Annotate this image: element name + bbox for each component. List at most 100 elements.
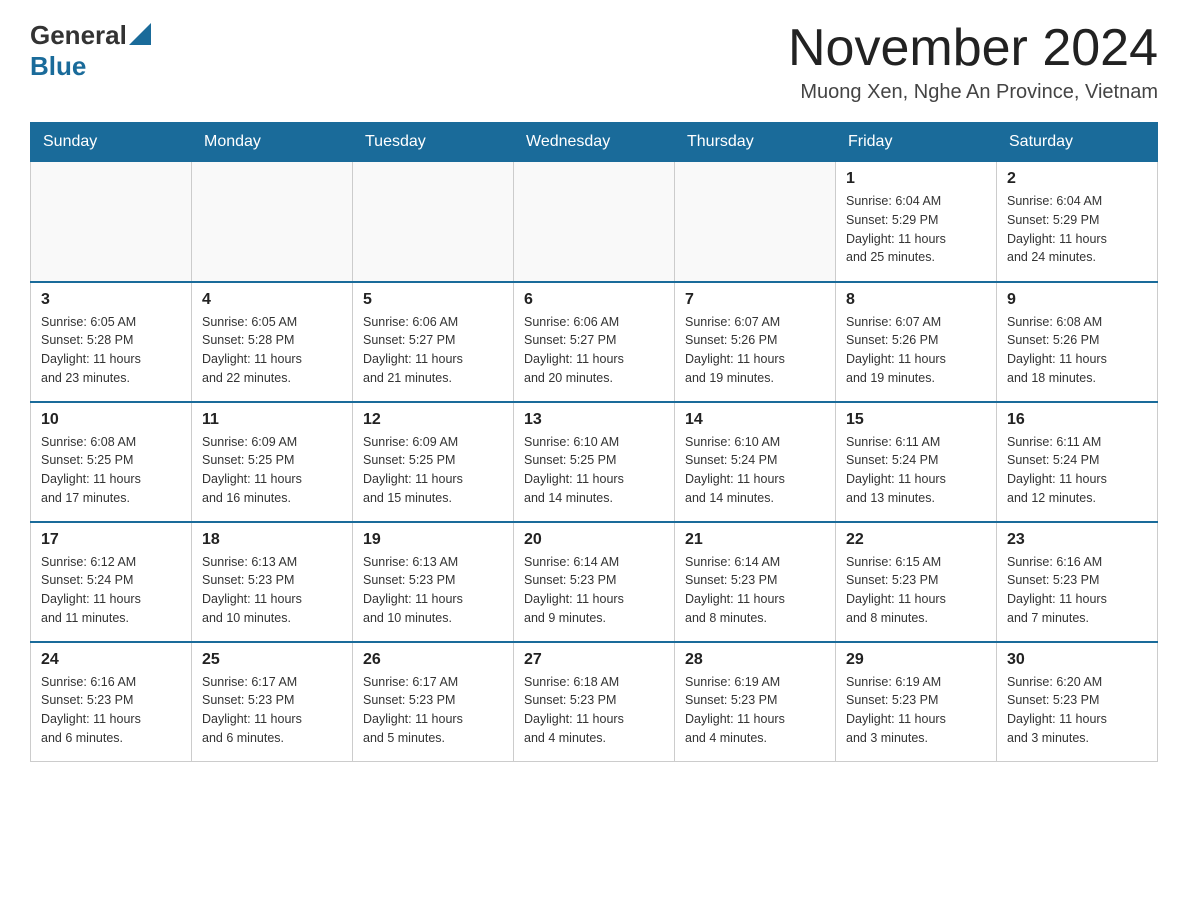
day-info: Sunrise: 6:17 AM Sunset: 5:23 PM Dayligh… <box>202 673 342 748</box>
day-info: Sunrise: 6:20 AM Sunset: 5:23 PM Dayligh… <box>1007 673 1147 748</box>
day-number: 21 <box>685 531 825 549</box>
calendar-day-cell <box>192 162 353 282</box>
calendar-day-cell: 28 Sunrise: 6:19 AM Sunset: 5:23 PM Dayli… <box>675 642 836 762</box>
day-number: 18 <box>202 531 342 549</box>
calendar-day-cell <box>353 162 514 282</box>
day-info: Sunrise: 6:08 AM Sunset: 5:26 PM Dayligh… <box>1007 313 1147 388</box>
calendar-table: SundayMondayTuesdayWednesdayThursdayFrid… <box>30 122 1158 762</box>
day-number: 24 <box>41 651 181 669</box>
day-number: 5 <box>363 291 503 309</box>
calendar-day-cell: 21 Sunrise: 6:14 AM Sunset: 5:23 PM Dayli… <box>675 522 836 642</box>
day-number: 29 <box>846 651 986 669</box>
title-block: November 2024 Muong Xen, Nghe An Provinc… <box>788 20 1158 104</box>
day-number: 2 <box>1007 170 1147 188</box>
logo-top-row: General <box>30 20 151 51</box>
month-title: November 2024 <box>788 20 1158 77</box>
day-info: Sunrise: 6:10 AM Sunset: 5:25 PM Dayligh… <box>524 433 664 508</box>
calendar-day-cell: 5 Sunrise: 6:06 AM Sunset: 5:27 PM Daylig… <box>353 282 514 402</box>
calendar-header-tuesday: Tuesday <box>353 123 514 162</box>
day-info: Sunrise: 6:11 AM Sunset: 5:24 PM Dayligh… <box>846 433 986 508</box>
day-number: 20 <box>524 531 664 549</box>
calendar-day-cell: 15 Sunrise: 6:11 AM Sunset: 5:24 PM Dayli… <box>836 402 997 522</box>
calendar-day-cell: 22 Sunrise: 6:15 AM Sunset: 5:23 PM Dayli… <box>836 522 997 642</box>
calendar-day-cell: 29 Sunrise: 6:19 AM Sunset: 5:23 PM Dayli… <box>836 642 997 762</box>
day-info: Sunrise: 6:14 AM Sunset: 5:23 PM Dayligh… <box>685 553 825 628</box>
day-info: Sunrise: 6:18 AM Sunset: 5:23 PM Dayligh… <box>524 673 664 748</box>
day-number: 8 <box>846 291 986 309</box>
calendar-day-cell: 4 Sunrise: 6:05 AM Sunset: 5:28 PM Daylig… <box>192 282 353 402</box>
day-number: 6 <box>524 291 664 309</box>
calendar-header-saturday: Saturday <box>997 123 1158 162</box>
calendar-day-cell: 7 Sunrise: 6:07 AM Sunset: 5:26 PM Daylig… <box>675 282 836 402</box>
calendar-header-row: SundayMondayTuesdayWednesdayThursdayFrid… <box>31 123 1158 162</box>
calendar-day-cell: 27 Sunrise: 6:18 AM Sunset: 5:23 PM Dayli… <box>514 642 675 762</box>
day-info: Sunrise: 6:14 AM Sunset: 5:23 PM Dayligh… <box>524 553 664 628</box>
day-info: Sunrise: 6:15 AM Sunset: 5:23 PM Dayligh… <box>846 553 986 628</box>
calendar-week-row: 17 Sunrise: 6:12 AM Sunset: 5:24 PM Dayli… <box>31 522 1158 642</box>
calendar-day-cell: 26Sunrise: 6:17 AM Sunset: 5:23 PM Dayli… <box>353 642 514 762</box>
calendar-header-monday: Monday <box>192 123 353 162</box>
page-header: General Blue November 2024 Muong Xen, Ng… <box>30 20 1158 104</box>
day-info: Sunrise: 6:05 AM Sunset: 5:28 PM Dayligh… <box>202 313 342 388</box>
day-number: 22 <box>846 531 986 549</box>
calendar-day-cell: 25 Sunrise: 6:17 AM Sunset: 5:23 PM Dayli… <box>192 642 353 762</box>
day-info: Sunrise: 6:05 AM Sunset: 5:28 PM Dayligh… <box>41 313 181 388</box>
day-info: Sunrise: 6:06 AM Sunset: 5:27 PM Dayligh… <box>363 313 503 388</box>
day-number: 4 <box>202 291 342 309</box>
logo-blue-text: Blue <box>30 51 86 82</box>
logo: General Blue <box>30 20 151 82</box>
day-number: 16 <box>1007 411 1147 429</box>
day-number: 3 <box>41 291 181 309</box>
day-info: Sunrise: 6:11 AM Sunset: 5:24 PM Dayligh… <box>1007 433 1147 508</box>
calendar-header-thursday: Thursday <box>675 123 836 162</box>
day-info: Sunrise: 6:06 AM Sunset: 5:27 PM Dayligh… <box>524 313 664 388</box>
calendar-day-cell: 10 Sunrise: 6:08 AM Sunset: 5:25 PM Dayli… <box>31 402 192 522</box>
calendar-day-cell: 2 Sunrise: 6:04 AM Sunset: 5:29 PM Daylig… <box>997 162 1158 282</box>
day-number: 12 <box>363 411 503 429</box>
day-number: 23 <box>1007 531 1147 549</box>
calendar-day-cell: 23 Sunrise: 6:16 AM Sunset: 5:23 PM Dayli… <box>997 522 1158 642</box>
day-number: 30 <box>1007 651 1147 669</box>
calendar-week-row: 1 Sunrise: 6:04 AM Sunset: 5:29 PM Daylig… <box>31 162 1158 282</box>
day-info: Sunrise: 6:10 AM Sunset: 5:24 PM Dayligh… <box>685 433 825 508</box>
calendar-week-row: 24Sunrise: 6:16 AM Sunset: 5:23 PM Dayli… <box>31 642 1158 762</box>
calendar-day-cell: 6 Sunrise: 6:06 AM Sunset: 5:27 PM Daylig… <box>514 282 675 402</box>
calendar-day-cell: 16 Sunrise: 6:11 AM Sunset: 5:24 PM Dayli… <box>997 402 1158 522</box>
day-number: 1 <box>846 170 986 188</box>
logo-general-text: General <box>30 20 127 51</box>
calendar-day-cell: 20 Sunrise: 6:14 AM Sunset: 5:23 PM Dayli… <box>514 522 675 642</box>
day-info: Sunrise: 6:19 AM Sunset: 5:23 PM Dayligh… <box>846 673 986 748</box>
day-info: Sunrise: 6:07 AM Sunset: 5:26 PM Dayligh… <box>685 313 825 388</box>
calendar-day-cell: 8Sunrise: 6:07 AM Sunset: 5:26 PM Daylig… <box>836 282 997 402</box>
day-number: 10 <box>41 411 181 429</box>
day-number: 17 <box>41 531 181 549</box>
calendar-day-cell <box>514 162 675 282</box>
day-info: Sunrise: 6:17 AM Sunset: 5:23 PM Dayligh… <box>363 673 503 748</box>
day-info: Sunrise: 6:12 AM Sunset: 5:24 PM Dayligh… <box>41 553 181 628</box>
day-number: 9 <box>1007 291 1147 309</box>
day-info: Sunrise: 6:04 AM Sunset: 5:29 PM Dayligh… <box>1007 192 1147 267</box>
calendar-day-cell <box>675 162 836 282</box>
calendar-header-friday: Friday <box>836 123 997 162</box>
day-number: 13 <box>524 411 664 429</box>
logo-triangle-icon <box>129 23 151 45</box>
calendar-day-cell: 3 Sunrise: 6:05 AM Sunset: 5:28 PM Daylig… <box>31 282 192 402</box>
calendar-day-cell: 1Sunrise: 6:04 AM Sunset: 5:29 PM Daylig… <box>836 162 997 282</box>
day-info: Sunrise: 6:19 AM Sunset: 5:23 PM Dayligh… <box>685 673 825 748</box>
location-subtitle: Muong Xen, Nghe An Province, Vietnam <box>788 81 1158 104</box>
day-info: Sunrise: 6:09 AM Sunset: 5:25 PM Dayligh… <box>202 433 342 508</box>
day-info: Sunrise: 6:16 AM Sunset: 5:23 PM Dayligh… <box>1007 553 1147 628</box>
calendar-day-cell: 9 Sunrise: 6:08 AM Sunset: 5:26 PM Daylig… <box>997 282 1158 402</box>
day-number: 15 <box>846 411 986 429</box>
calendar-day-cell: 18 Sunrise: 6:13 AM Sunset: 5:23 PM Dayli… <box>192 522 353 642</box>
calendar-week-row: 3 Sunrise: 6:05 AM Sunset: 5:28 PM Daylig… <box>31 282 1158 402</box>
calendar-day-cell: 11Sunrise: 6:09 AM Sunset: 5:25 PM Dayli… <box>192 402 353 522</box>
day-number: 28 <box>685 651 825 669</box>
logo-bottom-row: Blue <box>30 51 151 82</box>
day-number: 19 <box>363 531 503 549</box>
day-number: 27 <box>524 651 664 669</box>
day-number: 25 <box>202 651 342 669</box>
day-info: Sunrise: 6:13 AM Sunset: 5:23 PM Dayligh… <box>202 553 342 628</box>
day-number: 7 <box>685 291 825 309</box>
day-info: Sunrise: 6:08 AM Sunset: 5:25 PM Dayligh… <box>41 433 181 508</box>
